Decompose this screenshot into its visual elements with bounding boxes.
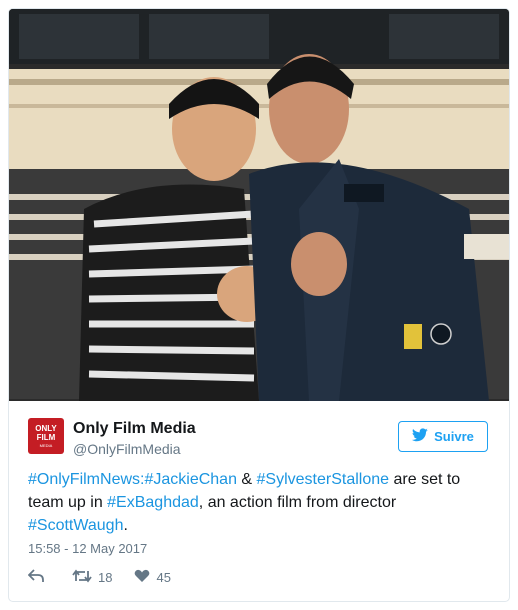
hashtag-link[interactable]: #ScottWaugh bbox=[28, 517, 123, 534]
tweet-text-segment: & bbox=[236, 471, 257, 488]
like-count: 45 bbox=[156, 569, 171, 585]
hashtag-link[interactable]: #SylvesterStallone bbox=[257, 471, 390, 488]
twitter-bird-icon bbox=[412, 428, 428, 445]
tweet-text: #OnlyFilmNews:#JackieChan & #SylvesterSt… bbox=[28, 468, 488, 537]
follow-label: Suivre bbox=[434, 429, 474, 444]
tweet-actions: 18 45 bbox=[27, 567, 171, 587]
retweet-count: 18 bbox=[98, 569, 113, 585]
follow-button[interactable]: Suivre bbox=[398, 421, 488, 452]
hashtag-link[interactable]: #ExBaghdad bbox=[107, 494, 199, 511]
avatar-text: ONLY FILM bbox=[35, 424, 57, 442]
reply-button[interactable] bbox=[27, 568, 44, 586]
tweet-card: ONLY FILM MEDIA Only Film Media @OnlyFil… bbox=[8, 8, 510, 602]
retweet-button[interactable]: 18 bbox=[72, 569, 112, 586]
tweet-text-segment: . bbox=[123, 517, 128, 534]
tweet-photo[interactable] bbox=[9, 9, 509, 401]
tweet-timestamp[interactable]: 15:58 - 12 May 2017 bbox=[28, 541, 147, 556]
account-name[interactable]: Only Film Media bbox=[73, 420, 196, 438]
account-handle[interactable]: @OnlyFilmMedia bbox=[73, 441, 181, 457]
tweet-text-segment: , an action film from director bbox=[198, 494, 397, 511]
tweet-header: ONLY FILM MEDIA Only Film Media @OnlyFil… bbox=[9, 414, 509, 459]
avatar[interactable]: ONLY FILM MEDIA bbox=[28, 418, 64, 454]
reply-icon bbox=[27, 568, 44, 586]
like-button[interactable]: 45 bbox=[134, 569, 171, 586]
hashtag-link[interactable]: #JackieChan bbox=[144, 471, 237, 488]
heart-icon bbox=[134, 569, 150, 586]
retweet-icon bbox=[72, 569, 92, 586]
avatar-subtext: MEDIA bbox=[39, 443, 53, 448]
hashtag-link[interactable]: #OnlyFilmNews: bbox=[28, 471, 144, 488]
